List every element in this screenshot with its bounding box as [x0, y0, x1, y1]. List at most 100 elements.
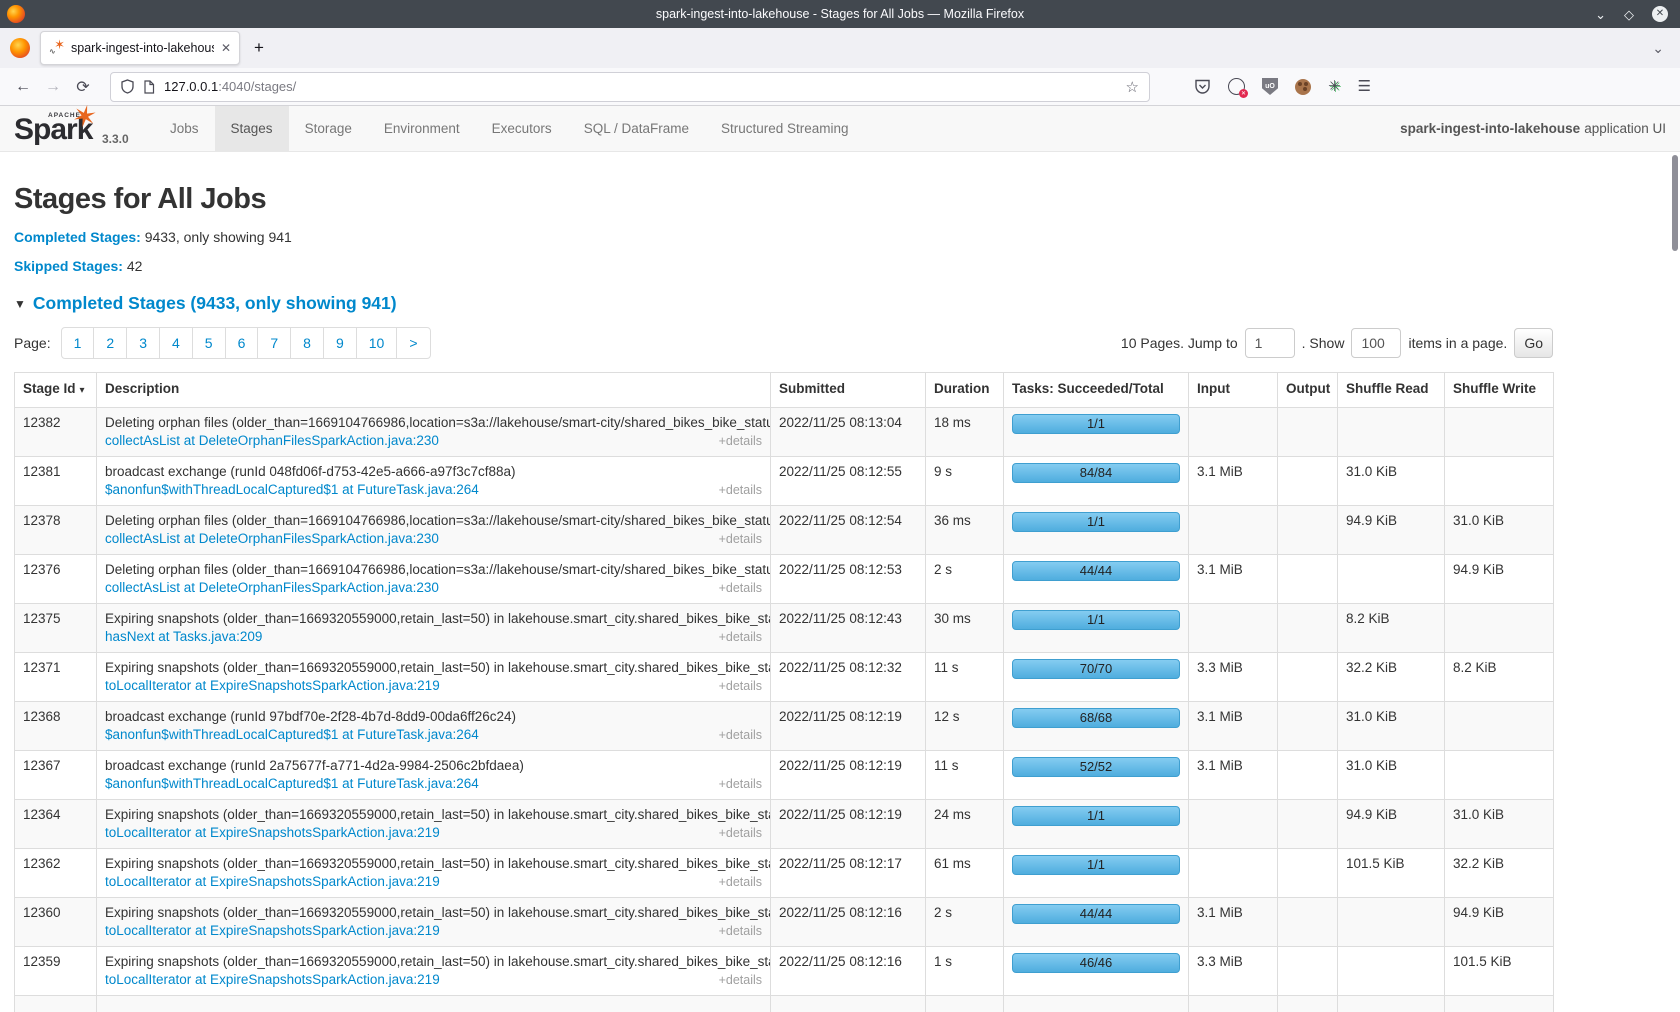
nav-item-structured-streaming[interactable]: Structured Streaming	[705, 106, 865, 151]
window-title: spark-ingest-into-lakehouse - Stages for…	[0, 7, 1680, 21]
column-header-description[interactable]: Description	[97, 373, 771, 408]
menu-hamburger-icon[interactable]: ☰	[1358, 79, 1371, 94]
stage-detail-link[interactable]: toLocalIterator at ExpireSnapshotsSparkA…	[105, 677, 440, 695]
stage-detail-link[interactable]: toLocalIterator at ExpireSnapshotsSparkA…	[105, 922, 440, 940]
page-button-2[interactable]: 2	[93, 328, 126, 358]
details-toggle[interactable]: +details	[719, 481, 762, 499]
bookmark-star-icon[interactable]: ☆	[1126, 78, 1139, 96]
stage-detail-link[interactable]: toLocalIterator at ExpireSnapshotsSparkA…	[105, 873, 440, 891]
details-toggle[interactable]: +details	[719, 628, 762, 646]
skipped-stages-link[interactable]: Skipped Stages:	[14, 258, 123, 274]
tasks-cell: 52/52	[1004, 751, 1189, 800]
nav-item-environment[interactable]: Environment	[368, 106, 476, 151]
close-window-button[interactable]: ✕	[1652, 6, 1668, 22]
stages-table: Stage Id▾DescriptionSubmittedDurationTas…	[14, 372, 1554, 1012]
details-toggle[interactable]: +details	[719, 530, 762, 548]
go-button[interactable]: Go	[1514, 328, 1553, 358]
nav-item-stages[interactable]: Stages	[215, 106, 289, 151]
column-header-stage-id[interactable]: Stage Id▾	[15, 373, 97, 408]
page-button-4[interactable]: 4	[159, 328, 192, 358]
input-cell: 3.1 MiB	[1189, 457, 1278, 506]
column-header-input[interactable]: Input	[1189, 373, 1278, 408]
description-cell: Deleting orphan files (older_than=166910…	[97, 408, 771, 457]
list-all-tabs-icon[interactable]: ⌄	[1652, 40, 1664, 57]
duration-cell: 2 s	[926, 898, 1004, 947]
stage-detail-link[interactable]: $anonfun$withThreadLocalCaptured$1 at Fu…	[105, 726, 479, 744]
close-tab-icon[interactable]: ✕	[221, 41, 231, 55]
completed-stages-link[interactable]: Completed Stages:	[14, 229, 141, 245]
page-button-5[interactable]: 5	[192, 328, 225, 358]
containers-icon[interactable]	[1228, 78, 1245, 95]
column-header-duration[interactable]: Duration	[926, 373, 1004, 408]
partial-row	[15, 996, 1554, 1012]
duration-cell: 61 ms	[926, 849, 1004, 898]
details-toggle[interactable]: +details	[719, 824, 762, 842]
stage-row-12381: 12381broadcast exchange (runId 048fd06f-…	[15, 457, 1554, 506]
page-button-7[interactable]: 7	[257, 328, 290, 358]
ublock-icon[interactable]: uO	[1262, 78, 1278, 95]
back-button[interactable]: ←	[8, 78, 38, 96]
page-button-3[interactable]: 3	[126, 328, 159, 358]
nav-item-executors[interactable]: Executors	[476, 106, 568, 151]
page-button-9[interactable]: 9	[323, 328, 356, 358]
items-per-page-input[interactable]	[1351, 328, 1401, 358]
page-button-8[interactable]: 8	[290, 328, 323, 358]
shuffle-write-cell	[1445, 604, 1554, 653]
details-toggle[interactable]: +details	[719, 726, 762, 744]
details-toggle[interactable]: +details	[719, 677, 762, 695]
page-button-6[interactable]: 6	[225, 328, 258, 358]
submitted-cell: 2022/11/25 08:12:19	[771, 800, 926, 849]
spark-logo[interactable]: APACHE Spark ✶ 3.3.0	[14, 106, 140, 151]
browser-tab[interactable]: ✶ ∿ spark-ingest-into-lakehous ✕	[40, 31, 240, 65]
shuffle-write-cell: 31.0 KiB	[1445, 800, 1554, 849]
stage-description: Expiring snapshots (older_than=166932055…	[105, 806, 762, 824]
details-toggle[interactable]: +details	[719, 971, 762, 989]
details-toggle[interactable]: +details	[719, 432, 762, 450]
stage-detail-link[interactable]: $anonfun$withThreadLocalCaptured$1 at Fu…	[105, 775, 479, 793]
nav-item-sql-dataframe[interactable]: SQL / DataFrame	[568, 106, 705, 151]
cookie-icon[interactable]	[1295, 79, 1311, 95]
column-header-shuffle-read[interactable]: Shuffle Read	[1338, 373, 1445, 408]
next-page-button[interactable]: >	[396, 328, 429, 358]
page-button-1[interactable]: 1	[62, 328, 94, 358]
nav-item-storage[interactable]: Storage	[289, 106, 368, 151]
shuffle-read-cell: 8.2 KiB	[1338, 604, 1445, 653]
column-header-shuffle-write[interactable]: Shuffle Write	[1445, 373, 1554, 408]
duration-cell: 30 ms	[926, 604, 1004, 653]
details-toggle[interactable]: +details	[719, 922, 762, 940]
shield-permissions-icon[interactable]	[121, 79, 134, 94]
jump-to-page-input[interactable]	[1245, 328, 1295, 358]
stage-detail-link[interactable]: collectAsList at DeleteOrphanFilesSparkA…	[105, 579, 439, 597]
stage-detail-link[interactable]: $anonfun$withThreadLocalCaptured$1 at Fu…	[105, 481, 479, 499]
completed-stages-section-toggle[interactable]: ▼ Completed Stages (9433, only showing 9…	[14, 293, 1666, 314]
reload-button[interactable]: ⟳	[68, 77, 98, 97]
column-header-output[interactable]: Output	[1278, 373, 1338, 408]
extension-asterisk-icon[interactable]: ✳	[1328, 79, 1341, 94]
column-header-tasks-succeeded-total[interactable]: Tasks: Succeeded/Total	[1004, 373, 1189, 408]
details-toggle[interactable]: +details	[719, 579, 762, 597]
page-button-10[interactable]: 10	[356, 328, 397, 358]
firefox-view-icon[interactable]	[10, 38, 30, 58]
stage-row-12371: 12371Expiring snapshots (older_than=1669…	[15, 653, 1554, 702]
stage-detail-link[interactable]: toLocalIterator at ExpireSnapshotsSparkA…	[105, 824, 440, 842]
stage-detail-link[interactable]: collectAsList at DeleteOrphanFilesSparkA…	[105, 432, 439, 450]
pocket-icon[interactable]	[1194, 79, 1211, 95]
maximize-button[interactable]: ◇	[1624, 8, 1634, 21]
minimize-button[interactable]: ⌄	[1595, 8, 1606, 21]
page-info-icon[interactable]	[143, 80, 155, 94]
stage-detail-link[interactable]: hasNext at Tasks.java:209	[105, 628, 262, 646]
nav-item-jobs[interactable]: Jobs	[154, 106, 215, 151]
description-cell: Deleting orphan files (older_than=166910…	[97, 506, 771, 555]
forward-button[interactable]: →	[38, 78, 68, 96]
stage-detail-link[interactable]: collectAsList at DeleteOrphanFilesSparkA…	[105, 530, 439, 548]
details-toggle[interactable]: +details	[719, 775, 762, 793]
url-bar[interactable]: 127.0.0.1:4040/stages/ ☆	[110, 72, 1150, 102]
stage-row-12367: 12367broadcast exchange (runId 2a75677f-…	[15, 751, 1554, 800]
details-toggle[interactable]: +details	[719, 873, 762, 891]
stage-id-cell: 12382	[15, 408, 97, 457]
column-header-submitted[interactable]: Submitted	[771, 373, 926, 408]
stage-detail-link[interactable]: toLocalIterator at ExpireSnapshotsSparkA…	[105, 971, 440, 989]
shuffle-write-cell: 101.5 KiB	[1445, 947, 1554, 996]
scrollbar-thumb[interactable]	[1672, 155, 1678, 251]
new-tab-button[interactable]: +	[254, 38, 264, 58]
